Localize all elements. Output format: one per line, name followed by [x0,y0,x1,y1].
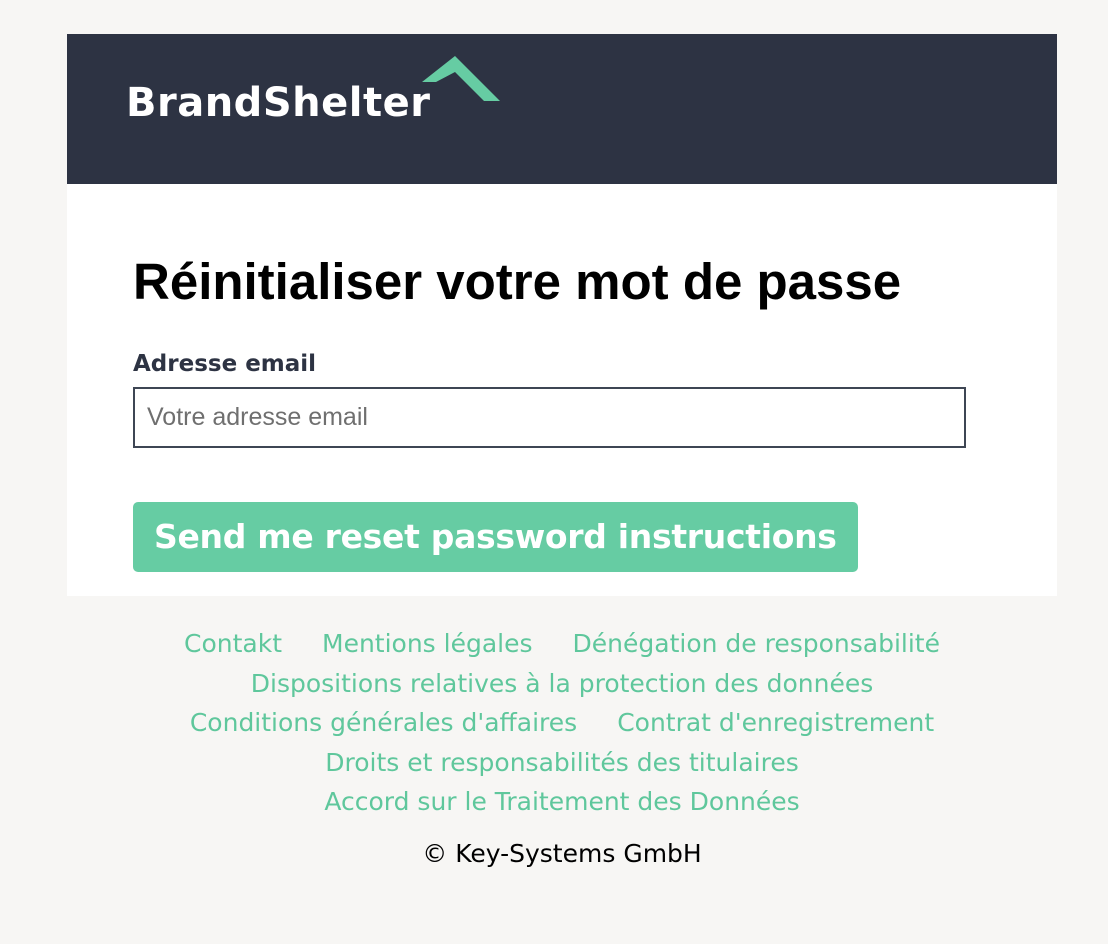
brand-logo-text: BrandShelter [126,80,431,126]
footer-link-contakt[interactable]: Contakt [184,629,282,658]
email-label: Adresse email [133,351,317,377]
header-banner: BrandShelter [67,34,1057,184]
footer-links-row: Conditions générales d'affaires Contrat d… [67,703,1057,743]
footer-link-mentions-legales[interactable]: Mentions légales [322,629,533,658]
send-reset-instructions-button[interactable]: Send me reset password instructions [133,502,858,572]
footer-links-row: Droits et responsabilités des titulaires [67,743,1057,783]
footer-link-protection-donnees[interactable]: Dispositions relatives à la protection d… [251,669,874,698]
email-field[interactable] [133,387,966,448]
copyright-text: © Key-Systems GmbH [422,838,702,868]
footer-links-row: Accord sur le Traitement des Données [67,782,1057,822]
footer-links-row: Contakt Mentions légales Dénégation de res… [67,624,1057,664]
footer-link-droits-titulaires[interactable]: Droits et responsabilités des titulaires [325,748,798,777]
footer-link-contrat-enregistrement[interactable]: Contrat d'enregistrement [617,708,934,737]
house-roof-icon [422,56,500,101]
page-title: Réinitialiser votre mot de passe [133,253,902,310]
footer-link-accord-traitement[interactable]: Accord sur le Traitement des Données [324,787,799,816]
footer-link-conditions-generales[interactable]: Conditions générales d'affaires [190,708,577,737]
footer: Contakt Mentions légales Dénégation de res… [67,624,1057,874]
footer-links-row: Dispositions relatives à la protection d… [67,664,1057,704]
brand-logo[interactable]: BrandShelter [126,56,506,136]
reset-password-card: BrandShelter Réinitialiser votre mot de … [67,34,1057,596]
form-section: Réinitialiser votre mot de passe Adresse… [67,184,1057,572]
footer-link-denegation[interactable]: Dénégation de responsabilité [573,629,940,658]
